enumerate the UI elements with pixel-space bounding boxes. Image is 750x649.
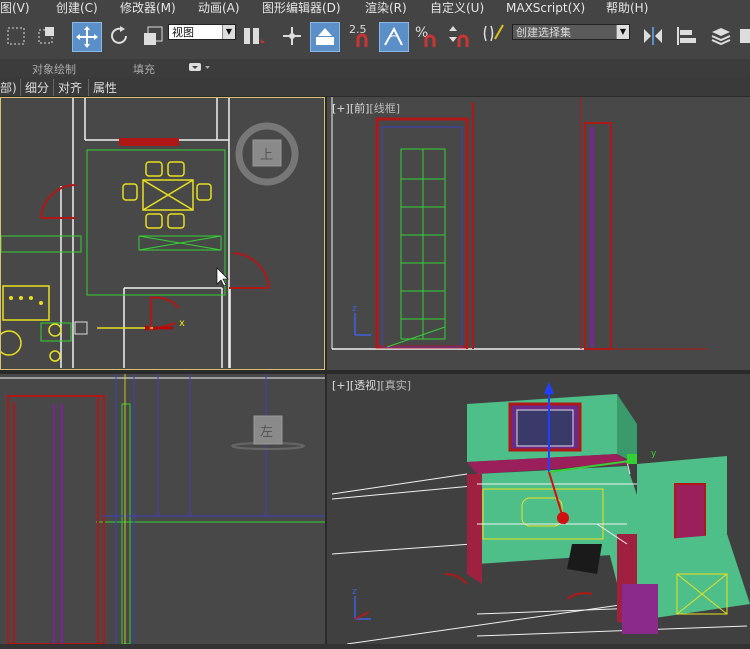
edit-named-selection-icon[interactable]	[480, 22, 510, 50]
viewport-perspective[interactable]: y z [+][透视][真实]	[327, 374, 750, 644]
mouse-cursor-icon	[216, 267, 229, 287]
front-plus-menu[interactable]: [+]	[332, 102, 350, 115]
ribbon-object-paint[interactable]: 对象绘制	[32, 61, 76, 77]
ribbon-fill[interactable]: 填充	[133, 61, 155, 77]
viewport-front[interactable]: z [+][前][线框]	[327, 97, 750, 370]
viewcube-left[interactable]: 左	[231, 415, 305, 450]
layer-manager-icon[interactable]	[708, 23, 734, 49]
persp-plus-menu[interactable]: [+]	[332, 379, 350, 392]
named-selection-dropdown[interactable]: 创建选择集 ▼	[512, 24, 630, 40]
viewcube-left-label: 左	[260, 425, 273, 440]
ribbon-bar: 对象绘制 填充	[0, 59, 750, 78]
viewport-top[interactable]: x 上	[0, 97, 325, 370]
perspective-viewport-label[interactable]: [+][透视][真实]	[332, 377, 411, 393]
angle-snap-icon[interactable]	[379, 22, 409, 52]
rotate-icon[interactable]	[106, 23, 132, 49]
percent-snap-icon[interactable]: %	[412, 22, 440, 50]
menu-modifiers[interactable]: 修改器(M)	[120, 0, 176, 17]
window-crossing-icon[interactable]	[34, 23, 60, 49]
main-toolbar: 视图 ▼ 2.5 % 创建选择集 ▼	[0, 17, 750, 60]
front-axis-z-label: z	[352, 304, 357, 314]
top-door-red	[119, 138, 179, 146]
reference-coord-dropdown[interactable]: 视图 ▼	[168, 24, 236, 40]
mirror-icon[interactable]	[640, 23, 666, 49]
select-manipulate-icon[interactable]	[278, 23, 306, 49]
persp-axis-z-label: z	[352, 587, 357, 597]
scale-icon[interactable]	[140, 23, 166, 49]
menu-create[interactable]: 创建(C)	[56, 0, 98, 17]
front-view-drawing: z	[331, 97, 707, 350]
menu-help[interactable]: 帮助(H)	[606, 0, 648, 17]
ribbon-options-icon[interactable]	[188, 61, 212, 76]
subtab-properties[interactable]: 属性	[88, 79, 117, 96]
perspective-drawing: y z	[331, 382, 750, 644]
left-view-drawing: 左	[0, 374, 325, 644]
front-viewport-label[interactable]: [+][前][线框]	[332, 100, 400, 116]
menu-rendering[interactable]: 渲染(R)	[365, 0, 407, 17]
menu-bar: 图(V) 创建(C) 修改器(M) 动画(A) 图形编辑器(D) 渲染(R) 自…	[0, 0, 750, 17]
menu-view[interactable]: 图(V)	[0, 0, 30, 17]
menu-customize[interactable]: 自定义(U)	[430, 0, 484, 17]
viewport-left[interactable]: 左	[0, 374, 325, 644]
persp-axis-y-label: y	[651, 449, 657, 459]
subtab-subdivision[interactable]: 细分	[20, 79, 49, 96]
bottom-strip	[0, 644, 750, 649]
dining-set-top	[1, 161, 212, 362]
snap-toggle-icon[interactable]: 2.5	[346, 21, 376, 51]
toolbar-overflow-icon[interactable]	[738, 23, 750, 49]
rect-select-icon[interactable]	[4, 23, 30, 49]
front-shading-mode[interactable]: [线框]	[369, 102, 400, 115]
modeling-subtabs: 部) 细分 对齐 属性	[0, 77, 750, 97]
spinner-snap-icon[interactable]	[444, 22, 472, 50]
viewcube-top-label: 上	[260, 148, 273, 163]
viewport-divider-horizontal[interactable]	[0, 370, 750, 374]
front-view-name[interactable]: [前]	[350, 102, 370, 115]
keyboard-shortcut-override-icon[interactable]	[310, 22, 340, 52]
menu-graph-editors[interactable]: 图形编辑器(D)	[262, 0, 341, 17]
top-view-drawing: x 上	[1, 98, 299, 368]
subtab-align[interactable]: 对齐	[53, 79, 82, 96]
viewcube-top[interactable]: 上	[235, 122, 299, 186]
persp-shading-mode[interactable]: [真实]	[380, 379, 411, 392]
subtab-partial[interactable]: 部)	[0, 79, 17, 96]
menu-maxscript[interactable]: MAXScript(X)	[506, 0, 585, 17]
align-icon[interactable]	[674, 23, 700, 49]
top-axis-x-label: x	[179, 318, 185, 329]
move-icon[interactable]	[72, 22, 102, 52]
persp-view-name[interactable]: [透视]	[350, 379, 381, 392]
pivot-center-icon[interactable]	[240, 23, 270, 49]
menu-animation[interactable]: 动画(A)	[198, 0, 240, 17]
